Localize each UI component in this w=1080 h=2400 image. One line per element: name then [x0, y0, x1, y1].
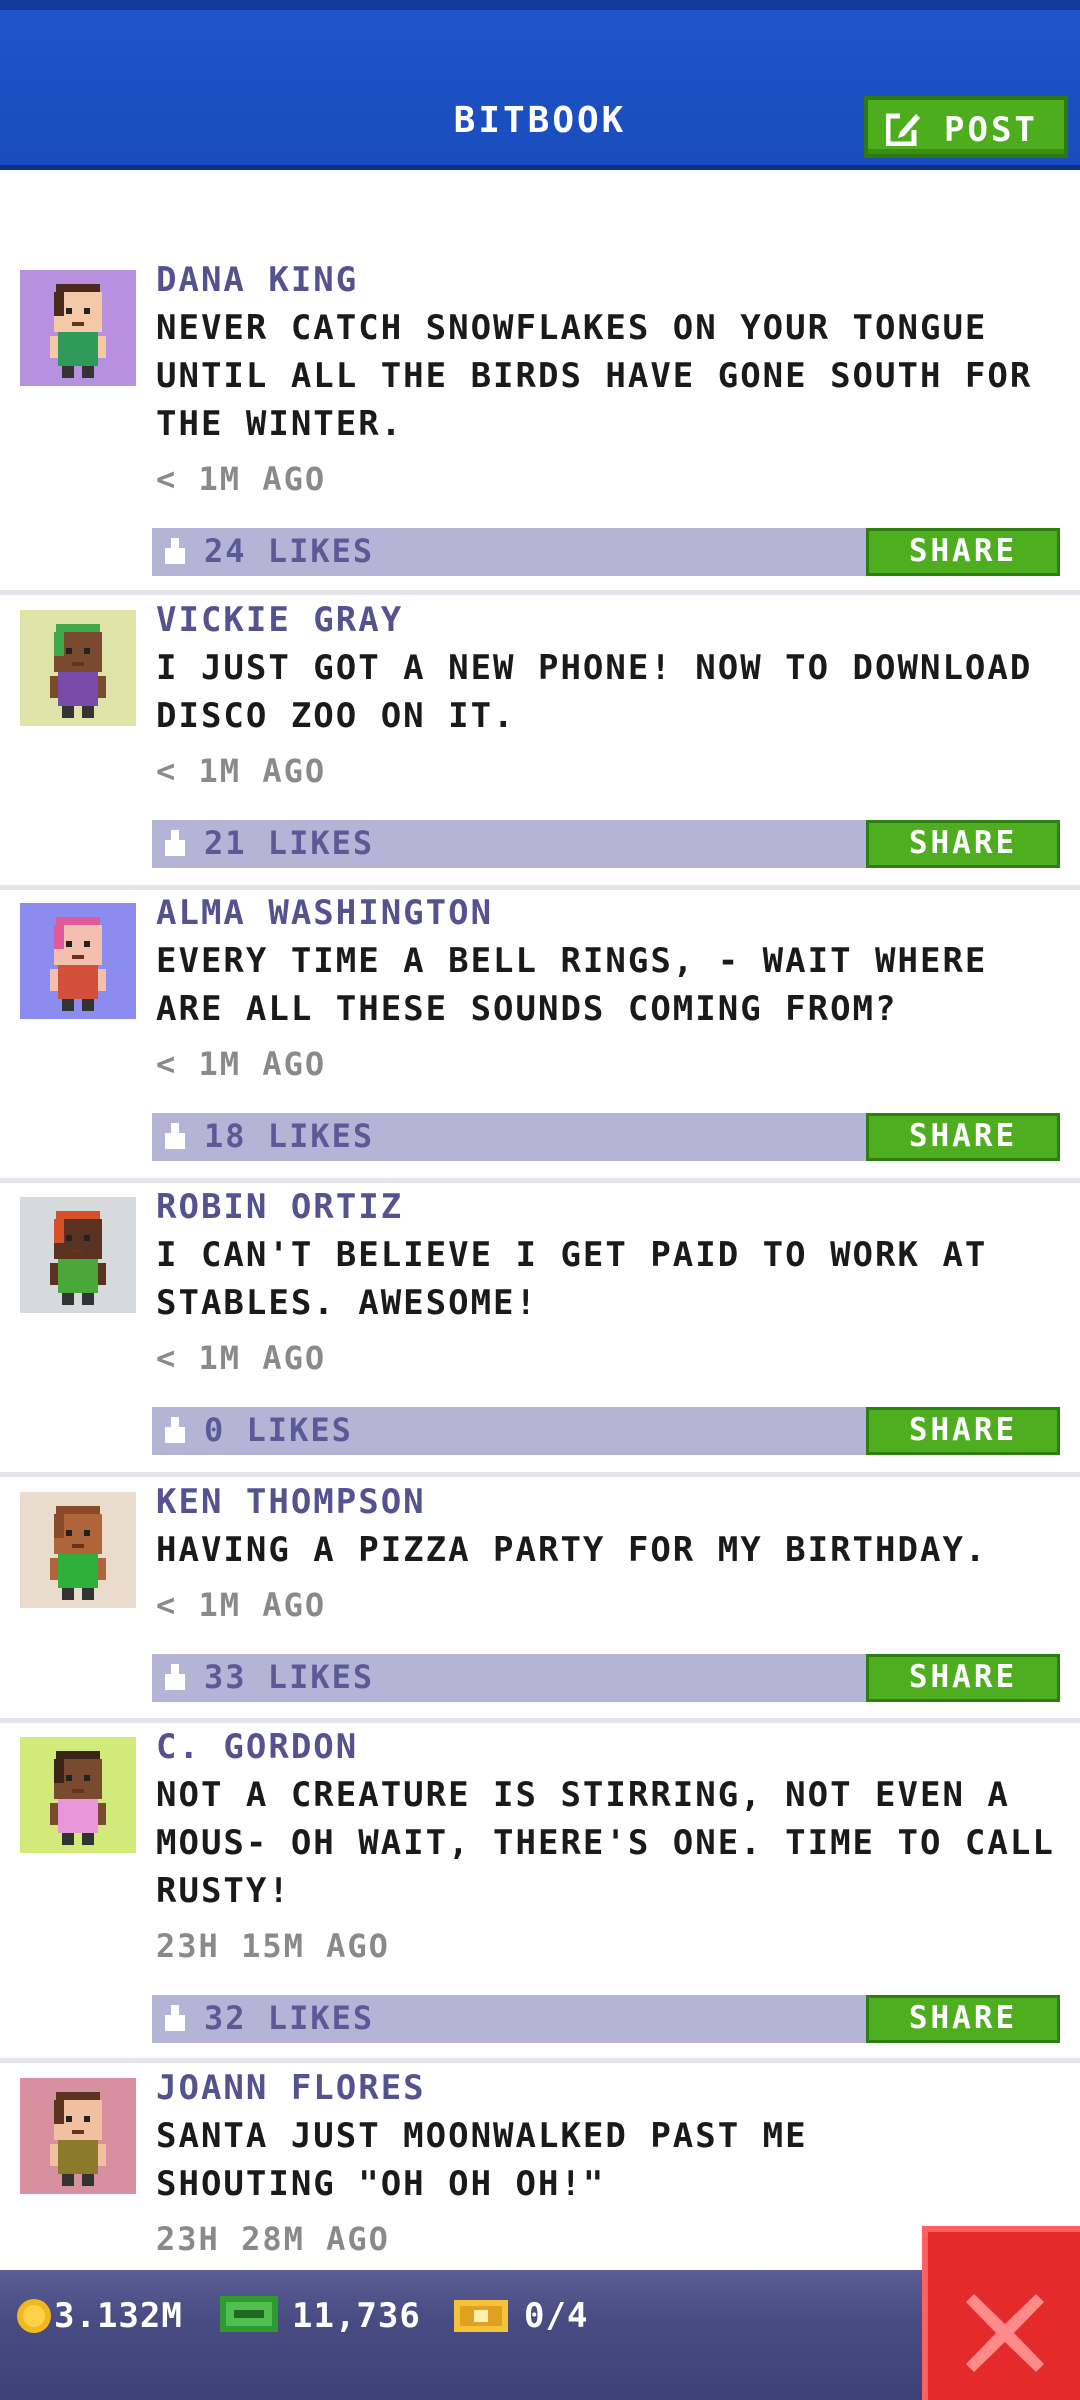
currency-bar: 3.132M 11,736 0/4 [0, 2270, 1080, 2400]
post-time: < 1M AGO [156, 1339, 327, 1377]
avatar [20, 1492, 136, 1608]
thumbs-up-icon[interactable] [162, 830, 188, 858]
likes-count: 18 LIKES [204, 1117, 375, 1155]
ticket-icon [454, 2300, 508, 2332]
close-icon [966, 2294, 1044, 2372]
close-button[interactable] [922, 2226, 1080, 2400]
post-time: < 1M AGO [156, 460, 327, 498]
cash-value: 11,736 [292, 2296, 421, 2336]
tickets-value: 0/4 [524, 2296, 589, 2336]
tickets-stat: 0/4 [452, 2290, 612, 2346]
divider [0, 590, 1080, 595]
post-time: < 1M AGO [156, 1586, 327, 1624]
avatar [20, 610, 136, 726]
share-button[interactable]: SHARE [866, 1654, 1060, 1702]
avatar [20, 1197, 136, 1313]
avatar [20, 270, 136, 386]
post-message: I CAN'T BELIEVE I GET PAID TO WORK AT ST… [156, 1235, 988, 1323]
avatar [20, 903, 136, 1019]
post-author[interactable]: ALMA WASHINGTON [156, 893, 493, 933]
thumbs-up-icon[interactable] [162, 1664, 188, 1692]
likes-count: 32 LIKES [204, 1999, 375, 2037]
share-button[interactable]: SHARE [866, 820, 1060, 868]
feed-post: DANA KING NEVER CATCH SNOWFLAKES ON YOUR… [0, 260, 1080, 595]
coins-stat: 3.132M [12, 2290, 212, 2346]
feed-post: ROBIN ORTIZ I CAN'T BELIEVE I GET PAID T… [0, 1187, 1080, 1467]
likes-count: 24 LIKES [204, 532, 375, 570]
avatar [20, 2078, 136, 2194]
post-author[interactable]: JOANN FLORES [156, 2068, 426, 2108]
likes-count: 21 LIKES [204, 824, 375, 862]
feed-post: KEN THOMPSON HAVING A PIZZA PARTY FOR MY… [0, 1482, 1080, 1714]
avatar [20, 1737, 136, 1853]
divider [0, 1472, 1080, 1477]
cash-stat: 11,736 [218, 2290, 448, 2346]
post-time: < 1M AGO [156, 752, 327, 790]
news-feed[interactable]: DANA KING NEVER CATCH SNOWFLAKES ON YOUR… [0, 170, 1080, 2270]
divider [0, 1178, 1080, 1183]
feed-post: C. GORDON NOT A CREATURE IS STIRRING, NO… [0, 1727, 1080, 2057]
post-message: EVERY TIME A BELL RINGS, - WAIT WHERE AR… [156, 941, 988, 1029]
post-message: NEVER CATCH SNOWFLAKES ON YOUR TONGUE UN… [156, 308, 1033, 444]
thumbs-up-icon[interactable] [162, 1123, 188, 1151]
post-button-label: POST [944, 110, 1038, 150]
cash-icon [220, 2296, 278, 2332]
thumbs-up-icon[interactable] [162, 2005, 188, 2033]
divider [0, 2058, 1080, 2063]
feed-post: VICKIE GRAY I JUST GOT A NEW PHONE! NOW … [0, 600, 1080, 880]
post-author[interactable]: KEN THOMPSON [156, 1482, 426, 1522]
post-button[interactable]: POST [864, 96, 1068, 158]
post-message: NOT A CREATURE IS STIRRING, NOT EVEN A M… [156, 1775, 1055, 1911]
post-message: I JUST GOT A NEW PHONE! NOW TO DOWNLOAD … [156, 648, 1033, 736]
likes-count: 0 LIKES [204, 1411, 353, 1449]
post-time: 23H 15M AGO [156, 1927, 390, 1965]
post-author[interactable]: C. GORDON [156, 1727, 358, 1767]
feed-post: JOANN FLORES SANTA JUST MOONWALKED PAST … [0, 2068, 1080, 2270]
post-message: SANTA JUST MOONWALKED PAST ME SHOUTING "… [156, 2116, 808, 2204]
coin-icon [17, 2299, 51, 2333]
post-author[interactable]: DANA KING [156, 260, 358, 300]
share-button[interactable]: SHARE [866, 1407, 1060, 1455]
divider [0, 885, 1080, 890]
divider [0, 1718, 1080, 1723]
coins-value: 3.132M [54, 2296, 183, 2336]
post-time: < 1M AGO [156, 1045, 327, 1083]
share-button[interactable]: SHARE [866, 528, 1060, 576]
post-message: HAVING A PIZZA PARTY FOR MY BIRTHDAY. [156, 1530, 988, 1570]
app-header: BITBOOK POST [0, 0, 1080, 170]
feed-post: ALMA WASHINGTON EVERY TIME A BELL RINGS,… [0, 893, 1080, 1173]
post-author[interactable]: ROBIN ORTIZ [156, 1187, 403, 1227]
share-button[interactable]: SHARE [866, 1995, 1060, 2043]
post-time: 23H 28M AGO [156, 2220, 390, 2258]
likes-count: 33 LIKES [204, 1658, 375, 1696]
post-author[interactable]: VICKIE GRAY [156, 600, 403, 640]
share-button[interactable]: SHARE [866, 1113, 1060, 1161]
thumbs-up-icon[interactable] [162, 538, 188, 566]
edit-icon [886, 112, 920, 146]
thumbs-up-icon[interactable] [162, 1417, 188, 1445]
